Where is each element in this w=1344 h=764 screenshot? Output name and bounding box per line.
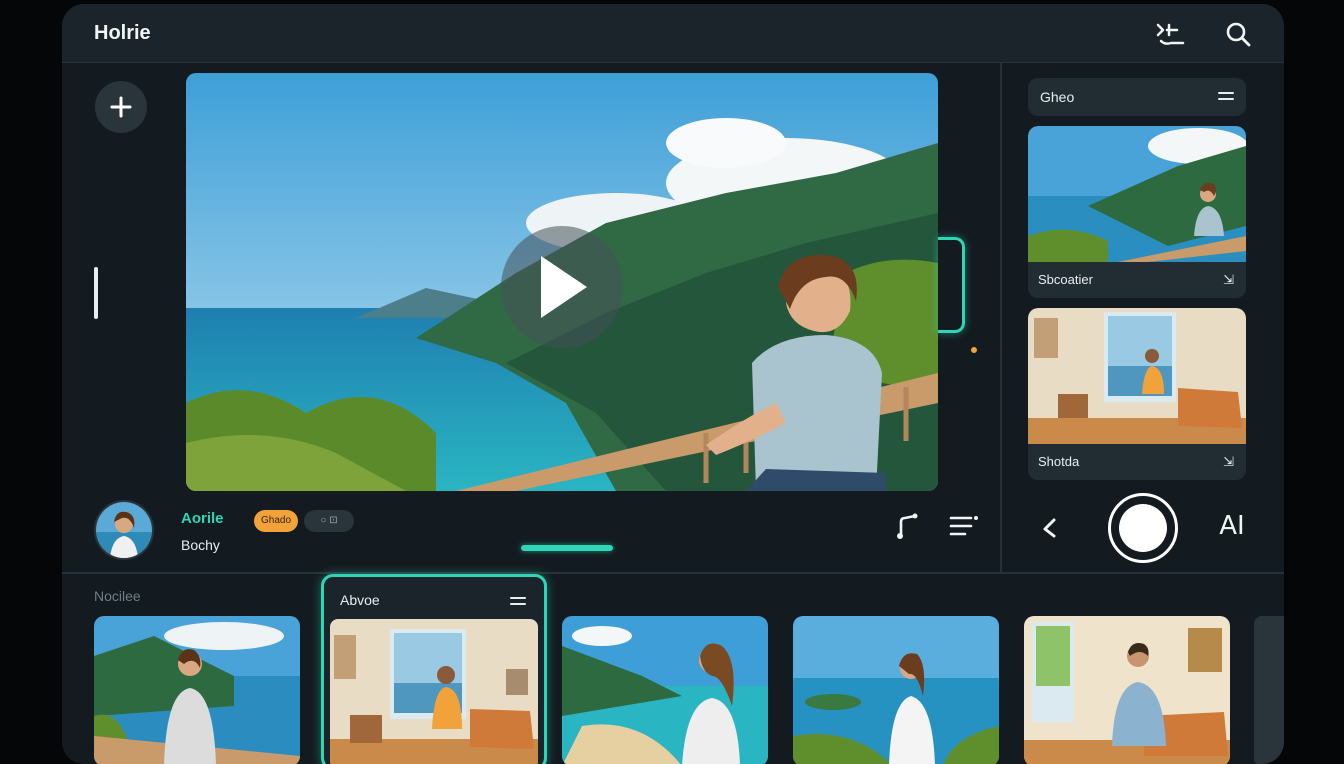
expand-icon[interactable]: ⇲ [1223,454,1234,470]
status-dot [971,347,977,353]
play-button[interactable] [501,226,623,348]
side-panel-header[interactable]: Gheo [1028,78,1246,116]
playlist-icon[interactable] [948,510,980,542]
side-card-label: Sbcoatier [1038,272,1093,287]
shutter-button[interactable] [1108,493,1178,563]
strip-tile[interactable] [1024,616,1230,764]
horizontal-divider [62,572,1284,574]
channel-subtitle: Bochy [181,537,220,553]
channel-name[interactable]: Aorile [181,510,224,527]
channel-info: Aorile Bochy Ghado ○ ⊡ [94,500,944,562]
side-card[interactable]: Sbcoatier ⇲ [1028,126,1246,298]
status-badge[interactable]: Ghado [254,510,298,532]
side-card-thumbnail [1028,308,1246,444]
strip-tile-active[interactable]: Abvoe [321,574,547,764]
rail-drag-handle[interactable] [94,267,98,319]
avatar[interactable] [94,500,154,560]
plus-icon [110,96,132,118]
shutter-icon [1119,504,1167,552]
secondary-badge[interactable]: ○ ⊡ [304,510,354,532]
play-icon [541,256,587,318]
queue-icon[interactable] [1154,18,1186,50]
active-tile-thumbnail [330,619,538,764]
top-bar: Holrie [62,4,1284,63]
app-window: Holrie Aorile Bochy Ghado ○ ⊡ Gheo Sbcoa… [62,4,1284,764]
side-card-thumbnail [1028,126,1246,262]
strip-label: Nocilee [94,588,141,604]
side-card-label: Shotda [1038,454,1080,469]
progress-indicator[interactable] [521,545,613,551]
search-icon[interactable] [1222,18,1254,50]
player-edge-handle[interactable] [938,237,965,333]
back-arrow-icon[interactable] [1036,512,1068,544]
strip-tile[interactable] [562,616,768,764]
active-tile-label: Abvoe [340,592,380,608]
menu-icon[interactable] [1218,92,1234,102]
strip-scroll-handle[interactable] [1254,616,1284,764]
side-panel-title: Gheo [1040,89,1075,105]
ai-button[interactable]: AI [1212,510,1252,542]
vertical-divider [1000,63,1002,573]
menu-icon[interactable] [510,597,526,607]
strip-tile[interactable] [94,616,300,764]
expand-icon[interactable]: ⇲ [1223,272,1234,288]
music-note-icon[interactable] [892,510,924,542]
video-player[interactable] [186,73,938,491]
strip-tile[interactable] [793,616,999,764]
add-button[interactable] [95,81,147,133]
left-rail [62,63,182,573]
app-title: Holrie [94,22,151,44]
side-card[interactable]: Shotda ⇲ [1028,308,1246,480]
